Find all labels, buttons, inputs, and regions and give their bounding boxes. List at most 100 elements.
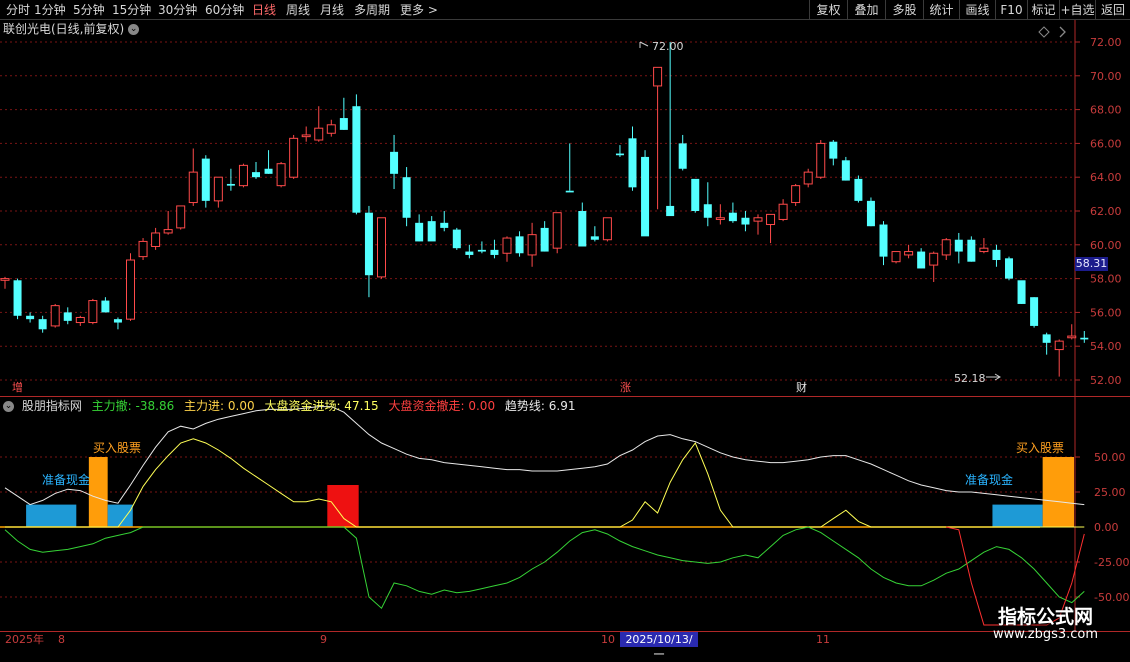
watermark: 指标公式网 www.zbgs3.com: [968, 600, 1123, 646]
chevron-down-icon[interactable]: ⌄: [3, 401, 14, 412]
trend-value: 趋势线: 6.91: [504, 399, 576, 413]
candle: [891, 251, 901, 264]
candle-body: [628, 138, 637, 188]
candle-body: [75, 316, 85, 324]
candle: [866, 197, 875, 227]
event-label-zhang[interactable]: 涨: [619, 381, 632, 395]
candle: [289, 134, 299, 179]
candle: [979, 238, 989, 254]
candle: [188, 148, 198, 206]
candle: [527, 222, 537, 267]
candle-body: [264, 168, 273, 174]
candle-body: [289, 137, 299, 178]
candle-body: [377, 217, 386, 278]
candle-body: [527, 234, 537, 256]
candle: [829, 140, 838, 166]
indicator-lines: [4, 406, 1085, 626]
candle: [691, 178, 700, 213]
event-label-cai[interactable]: 财: [795, 381, 808, 395]
candle: [728, 202, 737, 223]
max-price-label: 72.00: [652, 40, 684, 53]
candle: [151, 227, 161, 250]
candle-body: [402, 177, 411, 218]
candle-body: [213, 176, 223, 202]
price-tick-label: 72.00: [1090, 36, 1122, 49]
date-label-aug: 8: [58, 633, 65, 646]
candle-body: [917, 251, 926, 269]
candle: [26, 312, 35, 323]
candle: [326, 119, 336, 137]
stock-title[interactable]: 联创光电(日线,前复权) ⌄: [3, 21, 140, 37]
chevron-right-icon[interactable]: [1059, 26, 1066, 38]
candle-body: [741, 217, 750, 225]
candle-body: [252, 172, 260, 178]
candle-body: [728, 212, 737, 222]
candle: [113, 317, 122, 330]
signal-bar: [26, 504, 77, 527]
price-tick-label: 56.00: [1090, 306, 1122, 319]
candle-body: [565, 190, 574, 193]
candle: [841, 156, 850, 181]
candle: [63, 307, 72, 325]
candle-body: [590, 236, 599, 240]
candle: [666, 42, 675, 217]
candle-body: [715, 217, 725, 220]
candle: [854, 175, 863, 203]
candle: [163, 211, 173, 235]
candle-body: [201, 158, 210, 201]
indicator-tick-label: 25.00: [1094, 486, 1126, 499]
candle-body: [666, 205, 675, 217]
candle: [904, 244, 914, 259]
signal-bar: [1042, 457, 1075, 527]
chevron-down-icon[interactable]: ⌄: [128, 24, 140, 35]
candle: [954, 232, 963, 264]
chart-canvas[interactable]: 72.00 70.00 68.00 66.00 64.00 62.00 60.00 58.00…: [0, 0, 1130, 650]
candle: [879, 221, 888, 266]
candle: [490, 239, 499, 259]
candle-body: [540, 227, 549, 252]
candle-body: [465, 251, 474, 255]
candle-body: [301, 134, 311, 138]
diamond-icon[interactable]: [1038, 26, 1050, 38]
candle: [641, 150, 650, 237]
candle: [552, 212, 562, 254]
price-tick-label: 52.00: [1090, 374, 1122, 387]
candle: [1042, 332, 1051, 355]
candle-body: [615, 153, 624, 156]
candle: [715, 204, 725, 225]
min-price-marker: 52.18: [954, 372, 1001, 385]
candle: [264, 150, 273, 174]
prepare-cash-label-left: 准备现金: [42, 473, 91, 487]
candle: [50, 303, 60, 328]
signal-bar: [88, 457, 108, 527]
candle: [1017, 280, 1026, 304]
candle-body: [967, 239, 976, 262]
candle: [427, 216, 436, 242]
candle-body: [753, 217, 763, 222]
candle-body: [678, 143, 687, 169]
current-price-tag: 58.31: [1075, 257, 1108, 271]
candle-body: [929, 252, 939, 266]
candle-body: [50, 305, 60, 327]
candle: [1054, 339, 1064, 377]
indicator-tick-label: 50.00: [1094, 451, 1126, 464]
candlestick-series: [0, 42, 1089, 377]
candle-body: [113, 319, 122, 323]
indicator-name[interactable]: 股朋指标网: [22, 399, 82, 413]
candle-body: [904, 251, 914, 256]
price-tick-label: 68.00: [1090, 104, 1122, 117]
event-label-zeng[interactable]: 增: [11, 381, 24, 395]
candle-body: [427, 221, 436, 242]
candle-body: [0, 278, 10, 281]
price-tick-label: 54.00: [1090, 340, 1122, 353]
candle-body: [791, 185, 801, 204]
candle: [465, 244, 474, 259]
candle-body: [440, 222, 449, 228]
candle-body: [879, 224, 888, 257]
candle: [917, 248, 926, 269]
candle-body: [1067, 335, 1077, 339]
candle-body: [26, 315, 35, 320]
candle: [176, 205, 186, 230]
candle: [364, 205, 373, 298]
candle-body: [314, 127, 324, 141]
